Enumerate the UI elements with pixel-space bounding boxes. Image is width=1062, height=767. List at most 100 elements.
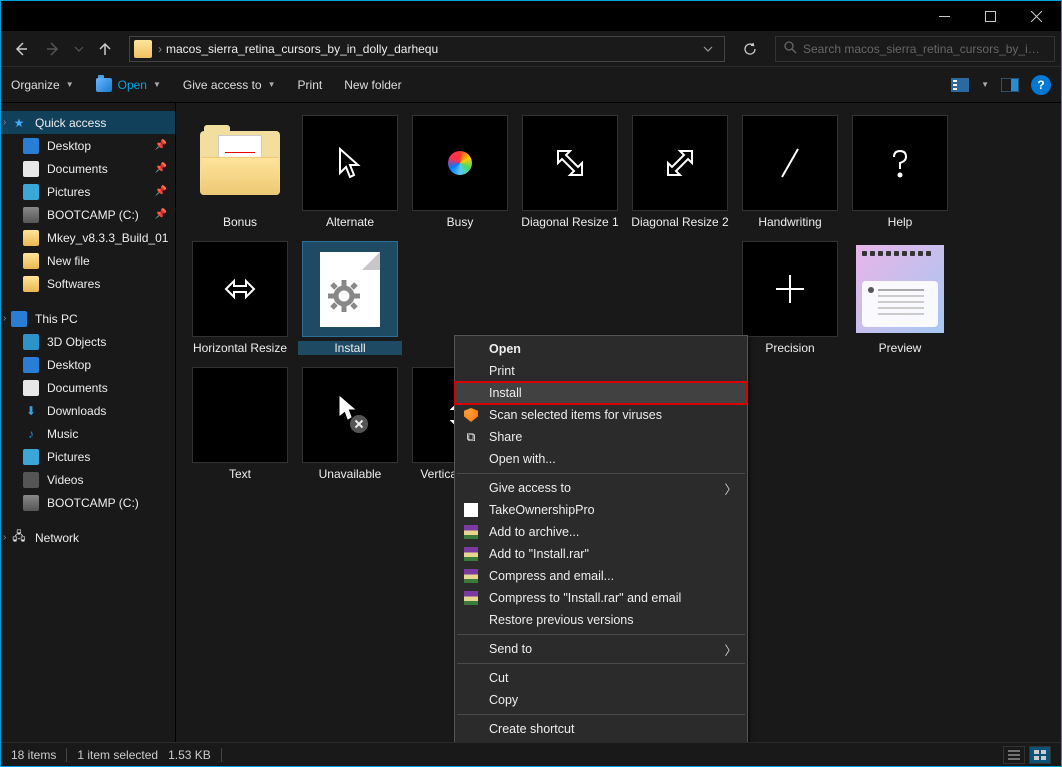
sidebar-item-3d-objects[interactable]: 3D Objects xyxy=(1,330,175,353)
search-input[interactable]: Search macos_sierra_retina_cursors_by_in… xyxy=(775,36,1055,62)
status-selected-count: 1 item selected xyxy=(77,748,158,762)
folder-icon xyxy=(134,40,152,58)
downloads-icon: ⬇ xyxy=(23,403,39,419)
diagonal-resize-1-icon xyxy=(550,143,590,183)
inf-file-icon xyxy=(320,252,380,327)
ctx-restore[interactable]: Restore previous versions xyxy=(455,609,747,631)
item-diagonal-resize-1[interactable]: Diagonal Resize 1 xyxy=(518,115,622,229)
sidebar-item-desktop2[interactable]: Desktop xyxy=(1,353,175,376)
new-folder-button[interactable]: New folder xyxy=(344,78,401,92)
takeownership-icon xyxy=(463,502,479,518)
star-icon: ★ xyxy=(11,115,27,131)
ctx-add-archive[interactable]: Add to archive... xyxy=(455,521,747,543)
chevron-right-icon: 〉 xyxy=(724,640,737,659)
pin-icon: 📌 xyxy=(155,186,167,197)
sidebar-item-documents2[interactable]: Documents xyxy=(1,376,175,399)
ctx-install[interactable]: Install xyxy=(455,382,747,404)
ctx-add-rar[interactable]: Add to "Install.rar" xyxy=(455,543,747,565)
preview-pane-button[interactable] xyxy=(999,76,1021,94)
ctx-scan[interactable]: Scan selected items for viruses xyxy=(455,404,747,426)
give-access-menu[interactable]: Give access to▼ xyxy=(183,78,276,92)
item-horizontal-resize[interactable]: Horizontal Resize xyxy=(188,241,292,355)
drive-icon xyxy=(23,207,39,223)
pictures-icon xyxy=(23,449,39,465)
music-icon: ♪ xyxy=(23,426,39,442)
help-cursor-icon xyxy=(880,143,920,183)
minimize-button[interactable] xyxy=(921,1,967,31)
address-bar[interactable]: › macos_sierra_retina_cursors_by_in_doll… xyxy=(129,36,725,62)
folder-icon xyxy=(23,230,39,246)
item-install[interactable]: Install xyxy=(298,241,402,355)
sidebar-item-newfile[interactable]: New file xyxy=(1,249,175,272)
view-button-1[interactable] xyxy=(949,76,971,94)
refresh-button[interactable] xyxy=(735,36,765,62)
sidebar-item-bootcamp[interactable]: BOOTCAMP (C:)📌 xyxy=(1,203,175,226)
address-dropdown[interactable] xyxy=(696,44,720,54)
context-menu: Open Print Install Scan selected items f… xyxy=(454,335,748,742)
pin-icon: 📌 xyxy=(155,163,167,174)
sidebar-item-quick-access[interactable]: ★Quick access xyxy=(1,111,175,134)
ctx-open-with[interactable]: Open with... xyxy=(455,448,747,470)
documents-icon xyxy=(23,161,39,177)
sidebar-item-videos[interactable]: Videos xyxy=(1,468,175,491)
ctx-takeownership[interactable]: TakeOwnershipPro xyxy=(455,499,747,521)
sidebar-item-documents[interactable]: Documents📌 xyxy=(1,157,175,180)
sidebar-item-downloads[interactable]: ⬇Downloads xyxy=(1,399,175,422)
forward-button[interactable] xyxy=(39,35,67,63)
maximize-button[interactable] xyxy=(967,1,1013,31)
ctx-share[interactable]: ⧉Share xyxy=(455,426,747,448)
folder-icon xyxy=(23,276,39,292)
pin-icon: 📌 xyxy=(155,140,167,151)
ctx-compress-email[interactable]: Compress and email... xyxy=(455,565,747,587)
item-help[interactable]: Help xyxy=(848,115,952,229)
item-bonus[interactable]: Bonus xyxy=(188,115,292,229)
item-diagonal-resize-2[interactable]: Diagonal Resize 2 xyxy=(628,115,732,229)
help-button[interactable]: ? xyxy=(1031,75,1051,95)
ctx-delete[interactable]: Delete xyxy=(455,740,747,742)
sidebar-item-mkey[interactable]: Mkey_v8.3.3_Build_01 xyxy=(1,226,175,249)
open-menu[interactable]: Open▼ xyxy=(96,78,161,92)
item-handwriting[interactable]: Handwriting xyxy=(738,115,842,229)
status-item-count: 18 items xyxy=(11,748,56,762)
up-button[interactable] xyxy=(91,35,119,63)
recent-dropdown[interactable] xyxy=(71,35,87,63)
item-precision[interactable]: Precision xyxy=(738,241,842,355)
search-placeholder: Search macos_sierra_retina_cursors_by_in… xyxy=(803,42,1046,56)
shield-icon xyxy=(463,407,479,423)
drive-icon xyxy=(23,495,39,511)
item-unavailable[interactable]: Unavailable xyxy=(298,367,402,481)
item-alternate[interactable]: Alternate xyxy=(298,115,402,229)
sidebar-item-softwares[interactable]: Softwares xyxy=(1,272,175,295)
item-preview[interactable]: Preview xyxy=(848,241,952,355)
ctx-send-to[interactable]: Send to〉 xyxy=(455,638,747,660)
icons-view-button[interactable] xyxy=(1029,746,1051,764)
ctx-cut[interactable]: Cut xyxy=(455,667,747,689)
folder-icon xyxy=(23,253,39,269)
ctx-print[interactable]: Print xyxy=(455,360,747,382)
sidebar-item-bootcamp2[interactable]: BOOTCAMP (C:) xyxy=(1,491,175,514)
details-view-button[interactable] xyxy=(1003,746,1025,764)
items-view[interactable]: Bonus Alternate Busy Diagonal Resize 1 D… xyxy=(176,103,1061,742)
documents-icon xyxy=(23,380,39,396)
back-button[interactable] xyxy=(7,35,35,63)
rar-icon xyxy=(463,590,479,606)
breadcrumb-sep: › xyxy=(158,42,162,56)
organize-menu[interactable]: Organize▼ xyxy=(11,78,74,92)
breadcrumb-path[interactable]: macos_sierra_retina_cursors_by_in_dolly_… xyxy=(166,42,696,56)
ctx-compress-rar-email[interactable]: Compress to "Install.rar" and email xyxy=(455,587,747,609)
ctx-copy[interactable]: Copy xyxy=(455,689,747,711)
item-text[interactable]: Text xyxy=(188,367,292,481)
sidebar-item-network[interactable]: 🖧Network xyxy=(1,526,175,549)
sidebar-item-pictures[interactable]: Pictures📌 xyxy=(1,180,175,203)
ctx-shortcut[interactable]: Create shortcut xyxy=(455,718,747,740)
item-busy[interactable]: Busy xyxy=(408,115,512,229)
sidebar-item-this-pc[interactable]: This PC xyxy=(1,307,175,330)
unavailable-cursor-icon xyxy=(330,395,370,435)
ctx-give-access[interactable]: Give access to〉 xyxy=(455,477,747,499)
sidebar-item-pictures2[interactable]: Pictures xyxy=(1,445,175,468)
ctx-open[interactable]: Open xyxy=(455,338,747,360)
sidebar-item-desktop[interactable]: Desktop📌 xyxy=(1,134,175,157)
sidebar-item-music[interactable]: ♪Music xyxy=(1,422,175,445)
close-button[interactable] xyxy=(1013,1,1059,31)
print-button[interactable]: Print xyxy=(298,78,323,92)
